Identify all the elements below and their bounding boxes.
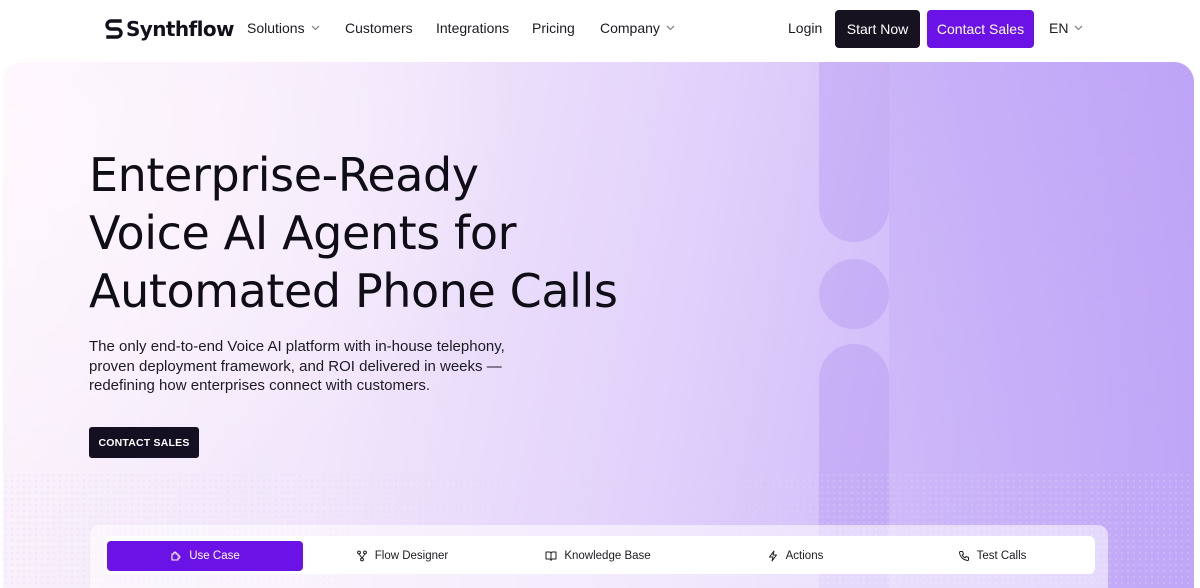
hero-section	[3, 62, 1194, 588]
tab-knowledge-base-label: Knowledge Base	[564, 550, 651, 562]
hero-subtitle-line: The only end-to-end Voice AI platform wi…	[89, 338, 505, 355]
tab-knowledge-base[interactable]: Knowledge Base	[508, 541, 688, 571]
nav-pricing[interactable]: Pricing	[532, 20, 575, 36]
tab-use-case[interactable]: Use Case	[107, 541, 303, 571]
nav-company-label: Company	[600, 20, 660, 36]
hero-contact-sales-button[interactable]: CONTACT SALES	[89, 427, 199, 458]
nav-pricing-label: Pricing	[532, 20, 575, 36]
login-label: Login	[788, 20, 823, 36]
language-selector[interactable]: EN	[1049, 20, 1083, 36]
nav-company[interactable]: Company	[600, 20, 675, 36]
tab-flow-designer[interactable]: Flow Designer	[312, 541, 492, 571]
hero-decoration-circle	[819, 259, 889, 329]
chevron-down-icon	[1074, 25, 1083, 31]
hero-decoration-pill-top	[819, 62, 889, 242]
tab-test-calls-label: Test Calls	[976, 550, 1027, 562]
hero-subtitle-line: proven deployment framework, and ROI del…	[89, 357, 502, 375]
puzzle-icon	[171, 551, 181, 561]
nav-customers[interactable]: Customers	[345, 20, 413, 36]
synthflow-logo[interactable]: Synthflow	[105, 16, 234, 42]
tab-actions[interactable]: Actions	[705, 541, 885, 571]
flow-icon	[356, 550, 367, 562]
book-icon	[545, 551, 557, 561]
tab-test-calls[interactable]: Test Calls	[902, 541, 1082, 571]
nav-customers-label: Customers	[345, 20, 413, 36]
hero-title: Enterprise-Ready Voice AI Agents for Aut…	[89, 146, 729, 320]
chevron-down-icon	[311, 25, 320, 31]
start-now-button[interactable]: Start Now	[835, 10, 920, 48]
login-link[interactable]: Login	[788, 20, 822, 36]
contact-sales-button[interactable]: Contact Sales	[927, 10, 1034, 48]
nav-solutions[interactable]: Solutions	[247, 20, 320, 36]
hero-subtitle: The only end-to-end Voice AI platform wi…	[89, 337, 529, 396]
hero-subtitle-line: redefining how enterprises connect with …	[89, 377, 431, 394]
nav-integrations[interactable]: Integrations	[436, 20, 509, 36]
chevron-down-icon	[666, 25, 675, 31]
logo-text: Synthflow	[126, 17, 234, 41]
nav-solutions-label: Solutions	[247, 20, 305, 36]
tab-actions-label: Actions	[785, 550, 824, 562]
nav-integrations-label: Integrations	[436, 20, 510, 36]
lightning-icon	[768, 550, 777, 562]
hero-title-line: Automated Phone Calls	[89, 264, 618, 318]
hero-title-line: Enterprise-Ready	[89, 148, 479, 202]
tab-use-case-label: Use Case	[189, 550, 240, 562]
phone-icon	[958, 551, 969, 561]
tab-flow-designer-label: Flow Designer	[374, 550, 449, 562]
language-label: EN	[1049, 20, 1069, 36]
hero-title-line: Voice AI Agents for	[89, 206, 517, 260]
top-navbar: Synthflow Solutions Customers Integratio…	[0, 0, 1200, 60]
synthflow-logo-icon	[105, 19, 123, 39]
